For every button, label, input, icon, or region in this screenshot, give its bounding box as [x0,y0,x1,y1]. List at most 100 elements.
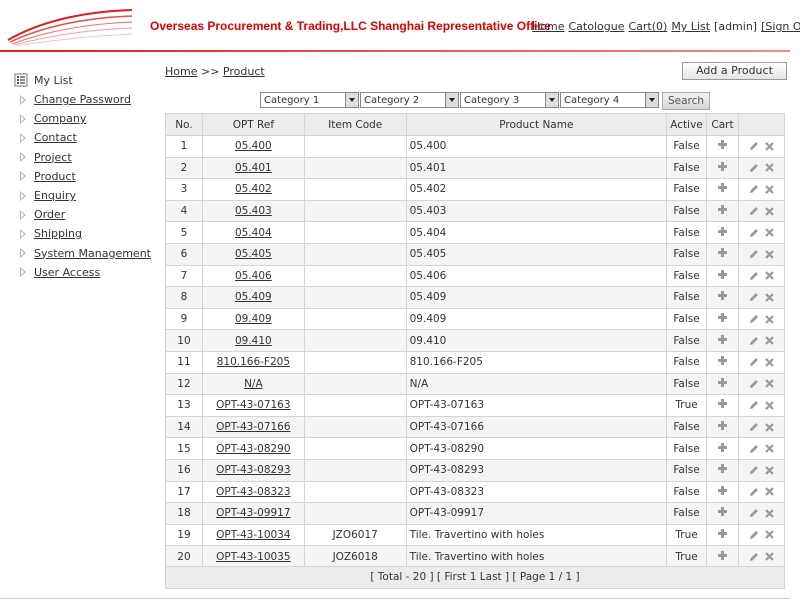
cross-icon[interactable] [765,314,774,324]
sign-out-link[interactable]: [Sign Out] [761,20,800,33]
pencil-icon[interactable] [749,336,759,346]
pencil-icon[interactable] [749,314,759,324]
cross-icon[interactable] [765,401,774,410]
cross-icon[interactable] [765,552,774,561]
pencil-icon[interactable] [749,552,759,562]
cross-icon[interactable] [765,185,774,194]
pencil-icon[interactable] [749,400,759,410]
opt-ref-link[interactable]: 05.409 [235,291,272,303]
cross-icon[interactable] [765,509,774,518]
opt-ref-link[interactable]: OPT-43-08290 [216,443,290,455]
opt-ref-link[interactable]: 05.402 [235,183,272,195]
pencil-icon[interactable] [749,530,759,540]
add-to-cart-plus-icon[interactable] [718,507,727,517]
pencil-icon[interactable] [749,249,759,259]
cross-icon[interactable] [765,465,774,475]
opt-ref-link[interactable]: OPT-43-10034 [216,529,290,541]
sidebar-item[interactable]: Company [14,109,154,128]
add-product-button[interactable]: Add a Product [682,62,787,80]
pencil-icon[interactable] [749,508,759,518]
category-1-select[interactable]: Category 1 [260,92,359,108]
opt-ref-link[interactable]: 05.405 [235,248,272,260]
sidebar-item-label[interactable]: Order [34,208,65,221]
cross-icon[interactable] [765,357,774,367]
pencil-icon[interactable] [749,487,759,497]
sidebar-item-label[interactable]: User Access [34,266,100,279]
add-to-cart-plus-icon[interactable] [718,442,727,452]
sidebar-item[interactable]: Contact [14,128,154,147]
sidebar-item-label[interactable]: System Management [34,247,151,260]
breadcrumb-current[interactable]: Product [223,65,265,78]
opt-ref-link[interactable]: 05.403 [235,205,272,217]
cross-icon[interactable] [765,336,774,345]
add-to-cart-plus-icon[interactable] [718,377,727,387]
sidebar-item-label[interactable]: Product [34,170,76,183]
pencil-icon[interactable] [749,141,759,151]
search-button[interactable]: Search [662,92,710,110]
cross-icon[interactable] [765,530,774,540]
add-to-cart-plus-icon[interactable] [718,399,727,409]
pencil-icon[interactable] [749,379,759,389]
add-to-cart-plus-icon[interactable] [718,421,727,431]
cross-icon[interactable] [765,228,774,237]
opt-ref-link[interactable]: 09.409 [235,313,272,325]
add-to-cart-plus-icon[interactable] [718,226,727,236]
add-to-cart-plus-icon[interactable] [718,248,727,258]
add-to-cart-plus-icon[interactable] [718,464,727,474]
add-to-cart-plus-icon[interactable] [718,334,727,344]
cross-icon[interactable] [765,293,774,302]
pencil-icon[interactable] [749,422,759,432]
opt-ref-link[interactable]: N/A [244,378,263,390]
cross-icon[interactable] [765,271,774,281]
add-to-cart-plus-icon[interactable] [718,550,727,560]
nav-home-link[interactable]: Home [532,20,564,33]
sidebar-item[interactable]: Change Password [14,90,154,109]
nav-mylist-link[interactable]: My List [671,20,710,33]
add-to-cart-plus-icon[interactable] [718,161,727,171]
add-to-cart-plus-icon[interactable] [718,269,727,279]
category-2-select[interactable]: Category 2 [360,92,459,108]
opt-ref-link[interactable]: OPT-43-07166 [216,421,290,433]
sidebar-item-label[interactable]: Contact [34,131,77,144]
cross-icon[interactable] [765,422,774,432]
opt-ref-link[interactable]: OPT-43-10035 [216,551,290,563]
add-to-cart-plus-icon[interactable] [718,313,727,323]
opt-ref-link[interactable]: 05.406 [235,270,272,282]
category-3-select[interactable]: Category 3 [460,92,559,108]
add-to-cart-plus-icon[interactable] [718,528,727,538]
cross-icon[interactable] [765,163,774,173]
opt-ref-link[interactable]: OPT-43-09917 [216,507,290,519]
cross-icon[interactable] [765,206,774,216]
add-to-cart-plus-icon[interactable] [718,205,727,215]
nav-cart-link[interactable]: Cart(0) [628,20,667,33]
pencil-icon[interactable] [749,228,759,238]
pencil-icon[interactable] [749,206,759,216]
opt-ref-link[interactable]: 05.400 [235,140,272,152]
cross-icon[interactable] [765,444,774,453]
cross-icon[interactable] [765,379,774,389]
pencil-icon[interactable] [749,444,759,454]
sidebar-item-label[interactable]: Change Password [34,93,131,106]
cross-icon[interactable] [765,142,774,151]
pencil-icon[interactable] [749,271,759,281]
sidebar-item-label[interactable]: Project [34,151,72,164]
pencil-icon[interactable] [749,357,759,367]
pencil-icon[interactable] [749,465,759,475]
pencil-icon[interactable] [749,292,759,302]
add-to-cart-plus-icon[interactable] [718,291,727,301]
sidebar-item-label[interactable]: Company [34,112,86,125]
sidebar-item[interactable]: System Management [14,244,154,263]
sidebar-item[interactable]: Order [14,205,154,224]
sidebar-item[interactable]: User Access [14,263,154,282]
sidebar-item[interactable]: Product [14,167,154,186]
sidebar-item-label[interactable]: Enquiry [34,189,76,202]
sidebar-item[interactable]: Shipping [14,224,154,243]
add-to-cart-plus-icon[interactable] [718,183,727,193]
add-to-cart-plus-icon[interactable] [718,485,727,495]
opt-ref-link[interactable]: OPT-43-08293 [216,464,290,476]
category-4-select[interactable]: Category 4 [560,92,659,108]
sidebar-item[interactable]: Enquiry [14,186,154,205]
breadcrumb-home-link[interactable]: Home [165,65,197,78]
opt-ref-link[interactable]: 05.404 [235,227,272,239]
opt-ref-link[interactable]: OPT-43-08323 [216,486,290,498]
